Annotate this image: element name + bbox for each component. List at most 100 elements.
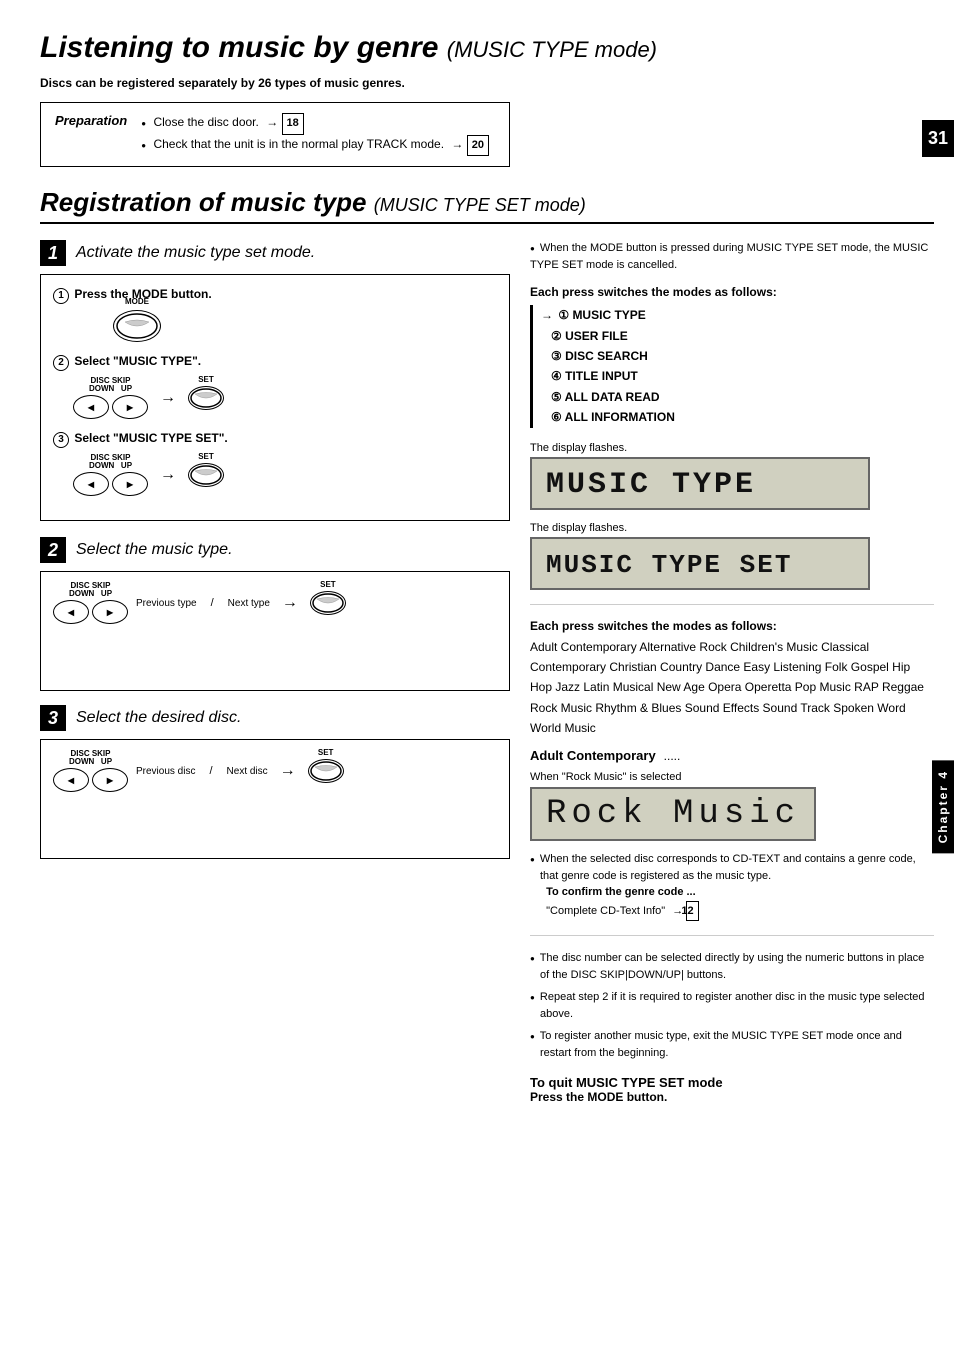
prep-ref-2: 20: [467, 135, 489, 157]
to-quit-header: To quit MUSIC TYPE SET mode: [530, 1075, 934, 1090]
substep-3-num: 3: [53, 432, 69, 448]
substep-1-num: 1: [53, 288, 69, 304]
lcd1-text: MUSIC TYPE: [546, 468, 756, 502]
step2-box: DISC SKIPDOWN UP ◀ ▶ Previous type / Nex…: [40, 571, 510, 691]
modes-header: Each press switches the modes as follows…: [530, 285, 934, 299]
bottom-note-3: ● To register another music type, exit t…: [530, 1028, 934, 1061]
step3-number: 3: [40, 705, 66, 731]
lcd1-label: The display flashes.: [530, 442, 934, 454]
disc-skip-type: DISC SKIPDOWN UP ◀ ▶: [53, 582, 128, 624]
prev-type-btn[interactable]: ◀: [53, 600, 89, 624]
set-button-disc[interactable]: [308, 759, 344, 783]
step2-header: 2 Select the music type.: [40, 537, 510, 563]
lcd-display-3: Rock Music: [530, 787, 816, 841]
divider-2: [530, 935, 934, 936]
bottom-note-1: ● The disc number can be selected direct…: [530, 950, 934, 983]
disc-skip-buttons-2: ◀ ▶: [73, 472, 148, 496]
arrow-type: →: [282, 594, 298, 612]
page-number: 31: [922, 120, 954, 157]
prep-step-2-text: Check that the unit is in the normal pla…: [153, 137, 444, 151]
disc-skip-control: DISC SKIPDOWN UP ◀ ▶: [73, 377, 148, 419]
substep-2-btn-row: DISC SKIPDOWN UP ◀ ▶ →: [53, 377, 497, 419]
prep-step-2: ● Check that the unit is in the normal p…: [141, 135, 489, 157]
when-rock-label: When "Rock Music" is selected: [530, 771, 934, 783]
modes-list: → ① MUSIC TYPE ② USER FILE ③ DISC SEARCH…: [530, 305, 934, 427]
step3-box: DISC SKIPDOWN UP ◀ ▶ Previous disc / Nex…: [40, 739, 510, 859]
disc-skip-control-2: DISC SKIPDOWN UP ◀ ▶: [73, 454, 148, 496]
prep-step-1-text: Close the disc door.: [153, 115, 258, 129]
lcd-container-2: The display flashes. MUSIC TYPE SET: [530, 522, 934, 590]
step2-nav: DISC SKIPDOWN UP ◀ ▶ Previous type / Nex…: [53, 582, 497, 624]
disc-skip-buttons: ◀ ▶: [73, 395, 148, 419]
substep-1-label: 1 Press the MODE button.: [53, 287, 497, 304]
prev-disc-btn[interactable]: ◀: [53, 768, 89, 792]
genre-list: Adult Contemporary Alternative Rock Chil…: [530, 637, 934, 739]
arrow-disc: →: [280, 762, 296, 780]
lcd2-label: The display flashes.: [530, 522, 934, 534]
substep-2-num: 2: [53, 355, 69, 371]
mode-item-3: ③ DISC SEARCH: [541, 346, 934, 366]
substep-3: 3 Select "MUSIC TYPE SET". DISC SKIPDOWN…: [53, 431, 497, 496]
step1-header: 1 Activate the music type set mode.: [40, 240, 510, 266]
two-col-layout: 1 Activate the music type set mode. 1 Pr…: [40, 240, 934, 1104]
lcd-display-1: MUSIC TYPE: [530, 457, 870, 510]
down-button-2[interactable]: ◀: [73, 472, 109, 496]
mode-item-4: ④ TITLE INPUT: [541, 366, 934, 386]
disc-skip-disc: DISC SKIPDOWN UP ◀ ▶: [53, 750, 128, 792]
set-button-2[interactable]: [188, 463, 224, 487]
chapter-tab: Chapter 4: [932, 760, 954, 853]
section2-title-text: Registration of music type: [40, 187, 367, 217]
cdtext-quote: "Complete CD-Text Info": [546, 905, 665, 917]
main-title-text2: (MUSIC TYPE mode): [447, 37, 657, 62]
prep-content: ● Close the disc door. → 18 ● Check that…: [141, 113, 489, 156]
lcd3-text: Rock Music: [546, 795, 800, 833]
set-button-type[interactable]: [310, 591, 346, 615]
step1-number: 1: [40, 240, 66, 266]
right-section-2: Each press switches the modes as follows…: [530, 619, 934, 1105]
step3-nav: DISC SKIPDOWN UP ◀ ▶ Previous disc / Nex…: [53, 750, 497, 792]
page-container: 31 Chapter 4 Listening to music by genre…: [0, 0, 954, 1351]
next-disc-btn[interactable]: ▶: [92, 768, 128, 792]
cdtext-ref: 12: [686, 901, 698, 922]
step1-title: Activate the music type set mode.: [76, 244, 315, 262]
mode-button[interactable]: [113, 310, 161, 342]
disc-skip-pair-type: ◀ ▶: [53, 600, 128, 624]
bullet-1: ●: [141, 119, 146, 128]
next-type-label: Next type: [228, 598, 270, 609]
step2-number: 2: [40, 537, 66, 563]
lcd-display-2: MUSIC TYPE SET: [530, 537, 870, 590]
mode-item-5: ⑤ ALL DATA READ: [541, 387, 934, 407]
substep-1-btn-row: [53, 310, 497, 342]
subtitle-desc: Discs can be registered separately by 26…: [40, 74, 934, 92]
next-type-btn[interactable]: ▶: [92, 600, 128, 624]
preparation-box: Preparation ● Close the disc door. → 18 …: [40, 102, 510, 167]
set-button-1[interactable]: [188, 386, 224, 410]
mode-item-2: ② USER FILE: [541, 326, 934, 346]
substep-2-label: 2 Select "MUSIC TYPE".: [53, 354, 497, 371]
section2-title: Registration of music type (MUSIC TYPE S…: [40, 187, 934, 224]
down-button[interactable]: ◀: [73, 395, 109, 419]
to-quit-body: Press the MODE button.: [530, 1090, 934, 1104]
confirm-genre-label: To confirm the genre code ...: [546, 886, 696, 898]
prep-label: Preparation: [55, 113, 127, 128]
substep-1: 1 Press the MODE button.: [53, 287, 497, 342]
substep-2: 2 Select "MUSIC TYPE". DISC SKIPDOWN UP …: [53, 354, 497, 419]
genre-selected-label: Adult Contemporary: [530, 748, 656, 763]
bottom-note-2: ● Repeat step 2 if it is required to reg…: [530, 989, 934, 1022]
right-column: ● When the MODE button is pressed during…: [530, 240, 934, 1104]
up-button[interactable]: ▶: [112, 395, 148, 419]
cdtext-note: ● When the selected disc corresponds to …: [530, 851, 934, 921]
main-title: Listening to music by genre (MUSIC TYPE …: [40, 30, 934, 66]
arrow-2: →: [160, 466, 176, 484]
genre-selected-row: Adult Contemporary .....: [530, 748, 934, 763]
up-button-2[interactable]: ▶: [112, 472, 148, 496]
prev-type-label: Previous type: [136, 598, 197, 609]
next-disc-label: Next disc: [227, 766, 268, 777]
mode-item-6: ⑥ ALL INFORMATION: [541, 407, 934, 427]
step2-title: Select the music type.: [76, 541, 233, 559]
step3-header: 3 Select the desired disc.: [40, 705, 510, 731]
section2-subtitle: (MUSIC TYPE SET mode): [374, 195, 586, 215]
genre-dots: .....: [664, 749, 681, 763]
lcd-container-1: The display flashes. MUSIC TYPE: [530, 442, 934, 510]
bullet-2: ●: [141, 141, 146, 150]
